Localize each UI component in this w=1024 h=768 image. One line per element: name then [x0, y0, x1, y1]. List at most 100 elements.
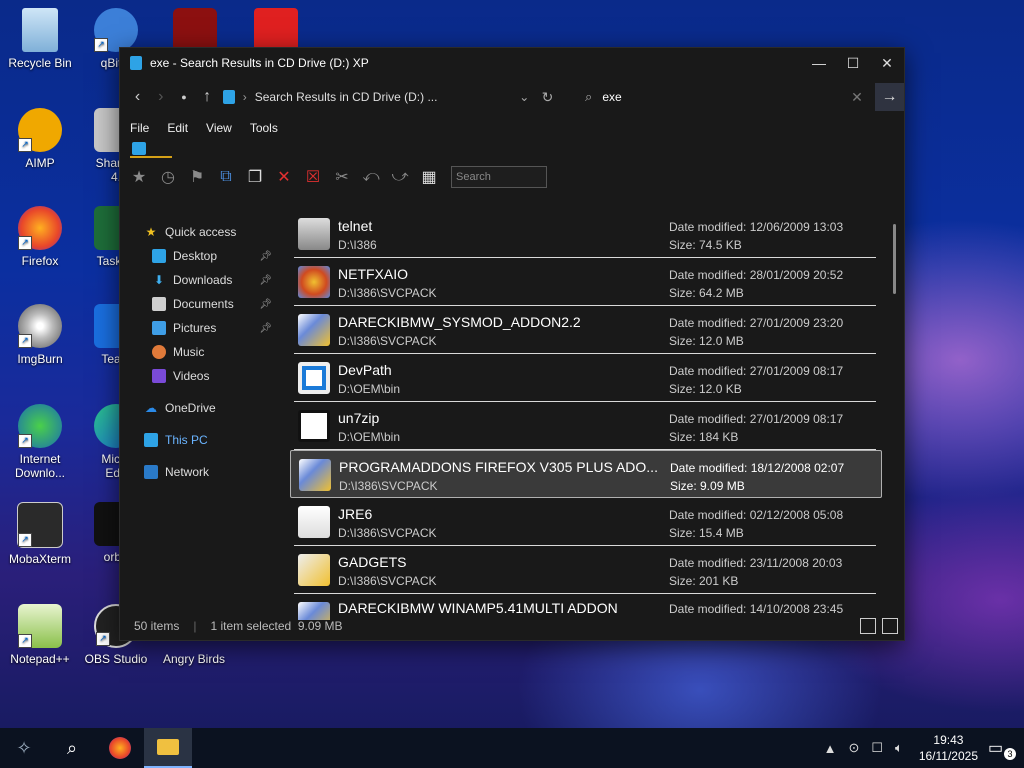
file-explorer-taskbar-icon[interactable]: [144, 728, 192, 768]
delete-permanently-icon[interactable]: ☒: [300, 165, 326, 189]
list-item[interactable]: DevPath D:\OEM\bin Date modified: 27/01/…: [294, 354, 876, 402]
clock-date: 16/11/2025: [918, 749, 978, 763]
devpath-window-icon: [298, 362, 330, 394]
desktop-icon-mobaxterm[interactable]: ↗ MobaXterm: [0, 502, 80, 566]
taskbar: ✧ ⌕ ▲ ⊙ ☐ 🔈︎ 19:43 16/11/2025 ▭ 3: [0, 728, 1024, 768]
nav-quick-access[interactable]: ★ Quick access: [120, 220, 290, 244]
refresh-button[interactable]: ↻: [536, 85, 559, 109]
desktop-icon-notepadpp[interactable]: ↗ Notepad++: [0, 604, 80, 666]
item-count: 50 items: [134, 619, 180, 633]
nav-this-pc[interactable]: This PC: [120, 428, 290, 452]
address-dropdown-chevron-icon[interactable]: ⌄: [513, 85, 536, 109]
search-taskbar-icon[interactable]: ⌕: [48, 728, 96, 768]
search-box[interactable]: ⌕ exe ✕: [579, 84, 869, 110]
desktop-icon-label: AIMP: [25, 156, 55, 170]
vertical-scrollbar[interactable]: [893, 224, 896, 294]
forward-button[interactable]: ›: [149, 85, 172, 109]
navigation-pane: ★ Quick access Desktop 📌︎ ⬇ Downloads 📌︎…: [120, 210, 290, 612]
address-bar[interactable]: › Search Results in CD Drive (D:) ...: [222, 84, 513, 110]
menu-file[interactable]: File: [130, 121, 149, 135]
list-item[interactable]: telnet D:\I386 Date modified: 12/06/2009…: [294, 210, 876, 258]
selection-info: 1 item selected 9.09 MB: [210, 619, 343, 633]
volume-muted-icon[interactable]: 🔈︎: [895, 740, 903, 756]
nav-label: Pictures: [173, 321, 217, 335]
up-button[interactable]: ↑: [196, 85, 219, 109]
desktop-icon-label: Recycle Bin: [8, 56, 72, 70]
explorer-window: exe - Search Results in CD Drive (D:) XP…: [119, 47, 905, 641]
recent-locations-button[interactable]: ●: [172, 85, 195, 109]
menu-view[interactable]: View: [206, 121, 232, 135]
toolbar: ★ ◷ ⚑ ⧉ ❐ ✕ ☒ ✂ ⤺ ⤻ ▦ Search: [120, 160, 904, 194]
toolbar-search-input[interactable]: Search: [451, 166, 547, 188]
nav-downloads[interactable]: ⬇ Downloads 📌︎: [120, 268, 290, 292]
windows-flag-icon[interactable]: ⚑: [184, 165, 210, 189]
desktop-icon-label: OBS Studio: [84, 652, 148, 666]
list-item-selected[interactable]: PROGRAMADDONS FIREFOX V305 PLUS ADO... D…: [290, 450, 882, 498]
file-date: Date modified: 23/11/2008 20:03: [669, 556, 843, 570]
minimize-button[interactable]: —: [802, 48, 836, 78]
explorer-app-icon: [130, 56, 142, 70]
desktop-icon-aimp[interactable]: ↗ AIMP: [0, 108, 80, 170]
flash-icon: [173, 8, 217, 52]
desktop-icon-imgburn[interactable]: ↗ ImgBurn: [0, 304, 80, 366]
qbittorrent-icon: ↗: [94, 8, 138, 52]
file-size: Size: 12.0 KB: [669, 382, 742, 396]
nav-pictures[interactable]: Pictures 📌︎: [120, 316, 290, 340]
nav-desktop[interactable]: Desktop 📌︎: [120, 244, 290, 268]
desktop-icon-recycle-bin[interactable]: Recycle Bin: [0, 8, 80, 70]
title-bar[interactable]: exe - Search Results in CD Drive (D:) XP…: [120, 48, 904, 78]
firefox-taskbar-icon[interactable]: [96, 728, 144, 768]
list-item[interactable]: JRE6 D:\I386\SVCPACK Date modified: 02/1…: [294, 498, 876, 546]
redo-icon[interactable]: ⤻: [387, 165, 413, 189]
file-path: D:\I386\SVCPACK: [338, 574, 437, 588]
clear-search-button[interactable]: ✕: [845, 89, 869, 106]
copy-to-icon[interactable]: ❐: [242, 165, 268, 189]
list-item[interactable]: GADGETS D:\I386\SVCPACK Date modified: 2…: [294, 546, 876, 594]
nav-documents[interactable]: Documents 📌︎: [120, 292, 290, 316]
show-hidden-icons-chevron-icon[interactable]: ▲: [824, 741, 837, 756]
menu-tools[interactable]: Tools: [250, 121, 278, 135]
notifications-button[interactable]: ▭ 3: [988, 738, 1016, 760]
history-icon[interactable]: ◷: [155, 165, 181, 189]
tab-strip: [120, 140, 904, 160]
network-tray-icon[interactable]: ☐: [871, 740, 883, 756]
nav-label: Documents: [173, 297, 234, 311]
device-icon[interactable]: ⊙: [848, 740, 859, 756]
clock[interactable]: 19:43 16/11/2025: [919, 732, 978, 764]
nav-videos[interactable]: Videos: [120, 364, 290, 388]
nav-network[interactable]: Network: [120, 460, 290, 484]
menu-edit[interactable]: Edit: [167, 121, 188, 135]
cut-icon[interactable]: ✂: [329, 165, 355, 189]
nav-onedrive[interactable]: ☁ OneDrive: [120, 396, 290, 420]
delete-icon[interactable]: ✕: [271, 165, 297, 189]
start-button[interactable]: ✧: [0, 728, 48, 768]
list-item[interactable]: NETFXAIO D:\I386\SVCPACK Date modified: …: [294, 258, 876, 306]
favorites-star-icon[interactable]: ★: [126, 165, 152, 189]
large-icons-view-icon[interactable]: [882, 618, 898, 634]
desktop-icon-firefox[interactable]: ↗ Firefox: [0, 206, 80, 268]
desktop-icon-idm[interactable]: ↗ Internet Downlo...: [0, 404, 80, 480]
explorer-body: ★ Quick access Desktop 📌︎ ⬇ Downloads 📌︎…: [120, 210, 904, 620]
clock-time: 19:43: [933, 733, 964, 747]
list-item[interactable]: un7zip D:\OEM\bin Date modified: 27/01/2…: [294, 402, 876, 450]
search-input[interactable]: exe: [602, 90, 845, 104]
list-item[interactable]: DARECKIBMW_SYSMOD_ADDON2.2 D:\I386\SVCPA…: [294, 306, 876, 354]
status-bar: 50 items | 1 item selected 9.09 MB: [120, 612, 904, 640]
file-date: Date modified: 12/06/2009 13:03: [669, 220, 844, 234]
java-icon: [298, 506, 330, 538]
tab-folder-icon[interactable]: [132, 142, 146, 155]
pin-icon: 📌︎: [259, 250, 272, 262]
maximize-button[interactable]: ☐: [836, 48, 870, 78]
cloud-icon: ☁: [145, 401, 157, 415]
computer-icon: [144, 433, 158, 447]
details-view-icon[interactable]: [860, 618, 876, 634]
close-button[interactable]: ✕: [870, 48, 904, 78]
properties-icon[interactable]: ▦: [416, 165, 442, 189]
back-button[interactable]: ‹: [126, 85, 149, 109]
file-date: Date modified: 28/01/2009 20:52: [669, 268, 844, 282]
firefox-icon: ↗: [18, 206, 62, 250]
undo-icon[interactable]: ⤺: [358, 165, 384, 189]
move-to-icon[interactable]: ⧉: [213, 165, 239, 189]
nav-music[interactable]: Music: [120, 340, 290, 364]
search-go-button[interactable]: →: [874, 83, 904, 111]
